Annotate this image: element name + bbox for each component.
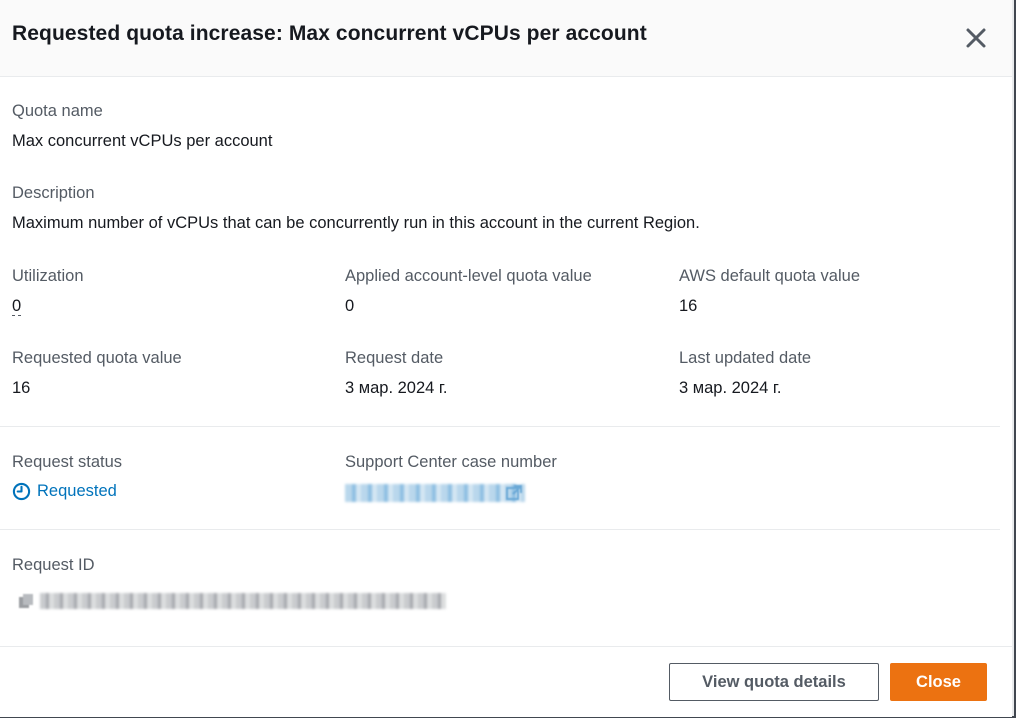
request-date-label: Request date [345, 349, 444, 367]
support-case-link-redacted[interactable] [345, 484, 525, 502]
request-id-label: Request ID [12, 556, 95, 574]
description-value: Maximum number of vCPUs that can be conc… [12, 214, 700, 232]
last-updated-label: Last updated date [679, 349, 812, 367]
support-case-label: Support Center case number [345, 453, 557, 471]
utilization-value[interactable]: 0 [12, 297, 22, 316]
applied-quota-value: 0 [345, 297, 355, 315]
modal-title: Requested quota increase: Max concurrent… [12, 22, 647, 45]
applied-quota-label: Applied account-level quota value [345, 267, 592, 285]
close-button[interactable]: Close [890, 663, 987, 701]
quota-name-value: Max concurrent vCPUs per account [12, 132, 273, 150]
default-quota-value: 16 [679, 297, 698, 315]
requested-quota-value: 16 [12, 379, 31, 397]
external-link-icon[interactable] [505, 484, 523, 502]
clock-icon [12, 482, 31, 501]
section-divider [0, 426, 1000, 427]
scrollbar[interactable] [1012, 0, 1014, 716]
request-date-value: 3 мар. 2024 г. [345, 379, 448, 397]
description-label: Description [12, 184, 95, 202]
copy-icon[interactable] [18, 593, 34, 609]
request-status-text: Requested [37, 482, 117, 500]
quota-name-label: Quota name [12, 102, 103, 120]
view-quota-details-button[interactable]: View quota details [669, 663, 879, 701]
requested-quota-label: Requested quota value [12, 349, 182, 367]
default-quota-label: AWS default quota value [679, 267, 861, 285]
utilization-label: Utilization [12, 267, 84, 285]
close-icon[interactable] [962, 24, 990, 52]
quota-request-modal: Requested quota increase: Max concurrent… [0, 0, 1016, 718]
modal-header: Requested quota increase: Max concurrent… [0, 0, 1012, 77]
request-status-value[interactable]: Requested [12, 482, 117, 501]
section-divider [0, 529, 1000, 530]
request-id-value-redacted [40, 593, 446, 609]
request-status-label: Request status [12, 453, 123, 471]
last-updated-value: 3 мар. 2024 г. [679, 379, 782, 397]
